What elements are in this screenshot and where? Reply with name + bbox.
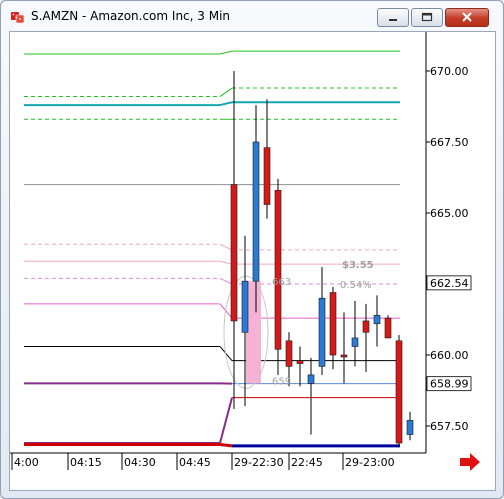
candle-body (351, 337, 359, 347)
price-badge-label: 658.99 (430, 378, 469, 391)
level-connector (219, 243, 233, 251)
maximize-button[interactable] (411, 8, 443, 27)
price-chart[interactable]: 663$3.550.54%659670.00667.50665.00662.50… (10, 32, 495, 490)
minimize-icon (389, 19, 397, 21)
y-tick-label: 657.50 (430, 420, 469, 433)
candle-body (340, 354, 348, 358)
candle-body (252, 141, 260, 282)
x-tick-label: 29-22:30 (234, 456, 284, 469)
annotation-label: $3.55 (342, 260, 374, 271)
level-connector (219, 442, 233, 448)
y-tick-label: 660.00 (430, 349, 469, 362)
price-badge-label: 662.54 (430, 277, 469, 290)
window-title: S.AMZN - Amazon.com Inc, 3 Min (31, 9, 231, 23)
candle-body (384, 317, 392, 339)
x-tick-label: 04:30 (124, 456, 156, 469)
chart-window: S.AMZN - Amazon.com Inc, 3 Min 663 $3.55 0… (0, 0, 504, 499)
level-connector (219, 277, 233, 285)
candle-body (274, 189, 282, 350)
candle-body (318, 297, 326, 367)
candle-body (230, 184, 238, 322)
level-connector (219, 101, 233, 107)
candle-body (263, 147, 271, 205)
x-tick-label: 04:15 (70, 456, 102, 469)
y-tick-label: 670.00 (430, 65, 469, 78)
maximize-icon (421, 12, 433, 22)
annotation-label: 663 (272, 277, 291, 288)
candle-body (395, 340, 403, 444)
level-connector (219, 87, 233, 97)
candle-body (241, 280, 249, 333)
dice-icon (11, 12, 25, 24)
candle-body (329, 292, 337, 356)
close-icon (462, 12, 472, 22)
level-connector (219, 50, 233, 55)
candle-body (406, 420, 414, 435)
x-tick-label: 22:45 (291, 456, 323, 469)
y-tick-label: 667.50 (430, 136, 469, 149)
chart-area[interactable]: 663$3.550.54%659670.00667.50665.00662.50… (9, 31, 496, 491)
x-tick-label: 04:45 (179, 456, 211, 469)
title-bar[interactable]: S.AMZN - Amazon.com Inc, 3 Min (1, 1, 503, 31)
level-connector (219, 397, 233, 444)
annotation-label: 659 (272, 377, 291, 388)
candle-body (285, 340, 293, 367)
candle-body (296, 360, 304, 364)
right-arrow-icon[interactable] (460, 453, 480, 471)
y-tick-label: 665.00 (430, 207, 469, 220)
minimize-button[interactable] (377, 8, 409, 27)
candle-body (373, 314, 381, 325)
level-connector (219, 260, 233, 265)
x-tick-label: 29-23:00 (345, 456, 395, 469)
candle-body (307, 374, 315, 384)
close-button[interactable] (445, 8, 489, 27)
annotation-label: 0.54% (340, 280, 372, 291)
candle-body (362, 320, 370, 333)
x-tick-label: 4:00 (14, 456, 39, 469)
